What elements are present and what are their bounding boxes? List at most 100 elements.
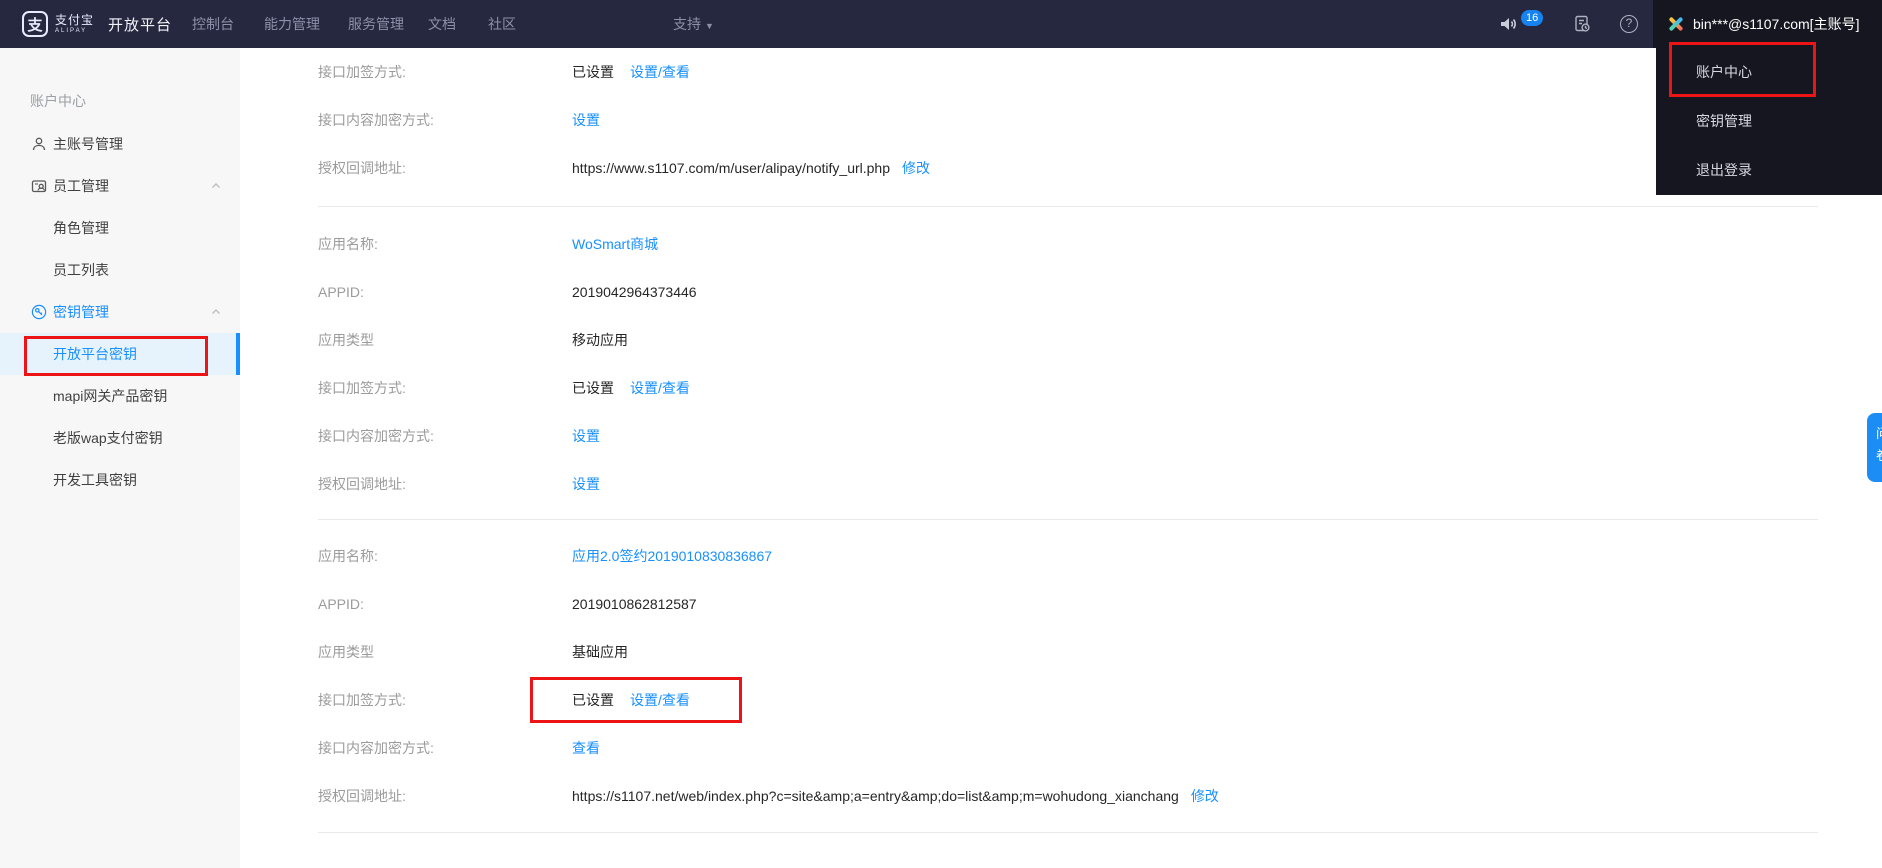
dropdown-item-key-management[interactable]: 密钥管理 xyxy=(1656,97,1882,146)
page: 支 支付宝 ALIPAY 开放平台 控制台 能力管理 服务管理 文档 社区 支持… xyxy=(0,0,1882,868)
callback-url-value: https://www.s1107.com/m/user/alipay/noti… xyxy=(572,160,891,176)
set-link[interactable]: 设置 xyxy=(572,426,600,446)
section-divider xyxy=(318,519,1818,520)
sidebar-item-open-platform-keys[interactable]: 开放平台密钥 xyxy=(0,333,240,375)
sidebar-item-label: 员工管理 xyxy=(53,178,109,194)
set-view-link[interactable]: 设置/查看 xyxy=(630,378,690,398)
account-dropdown-menu: 账户中心 密钥管理 退出登录 xyxy=(1656,48,1882,195)
sidebar-item-label: 开发工具密钥 xyxy=(53,472,137,488)
field-status: 已设置 xyxy=(572,380,614,396)
alipay-logo-icon: 支 xyxy=(22,11,48,37)
sidebar-item-label: 开放平台密钥 xyxy=(53,346,137,362)
set-view-link[interactable]: 设置/查看 xyxy=(630,690,690,710)
help-icon: ? xyxy=(1620,15,1638,33)
help-button[interactable]: ? xyxy=(1620,0,1638,48)
brand-name-cn: 支付宝 xyxy=(55,13,95,27)
top-navbar: 支 支付宝 ALIPAY 开放平台 控制台 能力管理 服务管理 文档 社区 支持… xyxy=(0,0,1882,48)
sidebar-item-staff-management[interactable]: 员工管理 xyxy=(0,165,240,207)
nav-item-console[interactable]: 控制台 xyxy=(192,0,234,48)
sidebar-item-main-account[interactable]: 主账号管理 xyxy=(0,123,240,165)
field-status: 已设置 xyxy=(572,692,614,708)
sidebar-item-devtool-keys[interactable]: 开发工具密钥 xyxy=(0,459,240,501)
caret-down-icon: ▼ xyxy=(705,21,714,31)
modify-link[interactable]: 修改 xyxy=(902,158,930,178)
sidebar-item-legacy-wap-keys[interactable]: 老版wap支付密钥 xyxy=(0,417,240,459)
app-type-value: 移动应用 xyxy=(572,332,628,348)
appid-value: 2019042964373446 xyxy=(572,284,697,300)
field-label: APPID: xyxy=(318,284,364,300)
sidebar-header: 账户中心 xyxy=(0,80,240,122)
field-row-app-type: 应用类型 基础应用 xyxy=(318,642,628,662)
app-name-link[interactable]: WoSmart商城 xyxy=(572,234,658,254)
nav-item-support[interactable]: 支持 ▼ xyxy=(673,0,714,48)
field-row-appid: APPID: 2019010862812587 xyxy=(318,594,697,614)
nav-item-community[interactable]: 社区 xyxy=(488,0,516,48)
field-label: 接口内容加密方式: xyxy=(318,112,434,128)
feedback-tab-text: 问 xyxy=(1876,423,1882,445)
sidebar-item-staff-list[interactable]: 员工列表 xyxy=(0,249,240,291)
field-row-app-type: 应用类型 移动应用 xyxy=(318,330,628,350)
sidebar-item-role-management[interactable]: 角色管理 xyxy=(0,207,240,249)
chevron-up-icon[interactable] xyxy=(210,306,222,318)
dropdown-item-account-center[interactable]: 账户中心 xyxy=(1656,48,1882,97)
field-row-sign-method: 接口加签方式: 已设置 设置/查看 xyxy=(318,62,690,82)
sidebar-item-label: 老版wap支付密钥 xyxy=(53,430,163,446)
set-view-link[interactable]: 设置/查看 xyxy=(630,62,690,82)
field-label: 授权回调地址: xyxy=(318,788,406,804)
sidebar-item-label: 密钥管理 xyxy=(53,304,109,320)
field-row-callback-url: 授权回调地址: https://s1107.net/web/index.php?c… xyxy=(318,786,1219,806)
field-label: 应用名称: xyxy=(318,548,378,564)
brand-name-en: ALIPAY xyxy=(55,28,88,34)
field-label: 接口内容加密方式: xyxy=(318,428,434,444)
callback-url-value: https://s1107.net/web/index.php?c=site&a… xyxy=(572,788,1179,804)
sidebar-item-label: 主账号管理 xyxy=(53,136,123,152)
document-clock-icon xyxy=(1572,14,1592,34)
modify-link[interactable]: 修改 xyxy=(1191,786,1219,806)
app-name-link[interactable]: 应用2.0签约2019010830836867 xyxy=(572,546,772,566)
field-row-app-name: 应用名称: WoSmart商城 xyxy=(318,234,658,254)
nav-item-support-label: 支持 xyxy=(673,16,701,32)
sidebar-item-key-management[interactable]: 密钥管理 xyxy=(0,291,240,333)
field-label: 接口加签方式: xyxy=(318,380,406,396)
field-label: 授权回调地址: xyxy=(318,476,406,492)
speaker-icon xyxy=(1498,14,1518,34)
sidebar-header-label: 账户中心 xyxy=(30,93,86,109)
set-link[interactable]: 设置 xyxy=(572,474,600,494)
field-label: 接口加签方式: xyxy=(318,692,406,708)
tasks-button[interactable] xyxy=(1572,0,1592,48)
brand-product-title: 开放平台 xyxy=(108,16,173,34)
nav-item-service[interactable]: 服务管理 xyxy=(348,0,404,48)
dropdown-item-logout[interactable]: 退出登录 xyxy=(1656,146,1882,195)
main-content: 接口加签方式: 已设置 设置/查看 接口内容加密方式: 设置 授权回调地址: https… xyxy=(240,48,1882,868)
person-icon xyxy=(31,136,47,152)
brand-logo-link[interactable]: 支 支付宝 ALIPAY 开放平台 xyxy=(22,0,172,48)
field-row-callback-url: 授权回调地址: 设置 xyxy=(318,474,600,494)
view-link[interactable]: 查看 xyxy=(572,738,600,758)
brand-wordmark: 支付宝 ALIPAY xyxy=(55,14,94,34)
feedback-tab-text: 卷 xyxy=(1876,445,1882,467)
account-menu-trigger[interactable]: bin***@s1107.com[主账号] xyxy=(1653,0,1882,48)
field-status: 已设置 xyxy=(572,64,614,80)
sidebar-item-mapi-keys[interactable]: mapi网关产品密钥 xyxy=(0,375,240,417)
field-row-content-encryption: 接口内容加密方式: 设置 xyxy=(318,426,600,446)
nav-item-docs[interactable]: 文档 xyxy=(428,0,456,48)
avatar-x-icon xyxy=(1667,15,1685,33)
section-divider xyxy=(318,832,1818,833)
chevron-up-icon[interactable] xyxy=(210,180,222,192)
field-row-content-encryption: 接口内容加密方式: 查看 xyxy=(318,738,600,758)
set-link[interactable]: 设置 xyxy=(572,110,600,130)
nav-item-capability[interactable]: 能力管理 xyxy=(264,0,320,48)
field-label: 应用类型 xyxy=(318,332,374,348)
notification-count-badge: 16 xyxy=(1521,10,1544,26)
key-icon xyxy=(31,304,47,320)
feedback-side-tab[interactable]: 问 卷 xyxy=(1867,413,1882,482)
field-row-app-name: 应用名称: 应用2.0签约2019010830836867 xyxy=(318,546,772,566)
field-label: 接口内容加密方式: xyxy=(318,740,434,756)
username-label: bin***@s1107.com[主账号] xyxy=(1693,16,1860,32)
app-type-value: 基础应用 xyxy=(572,644,628,660)
notifications-button[interactable] xyxy=(1498,0,1518,48)
field-row-sign-method: 接口加签方式: 已设置 设置/查看 xyxy=(318,690,690,710)
field-label: 应用类型 xyxy=(318,644,374,660)
field-row-content-encryption: 接口内容加密方式: 设置 xyxy=(318,110,600,130)
field-label: 接口加签方式: xyxy=(318,64,406,80)
